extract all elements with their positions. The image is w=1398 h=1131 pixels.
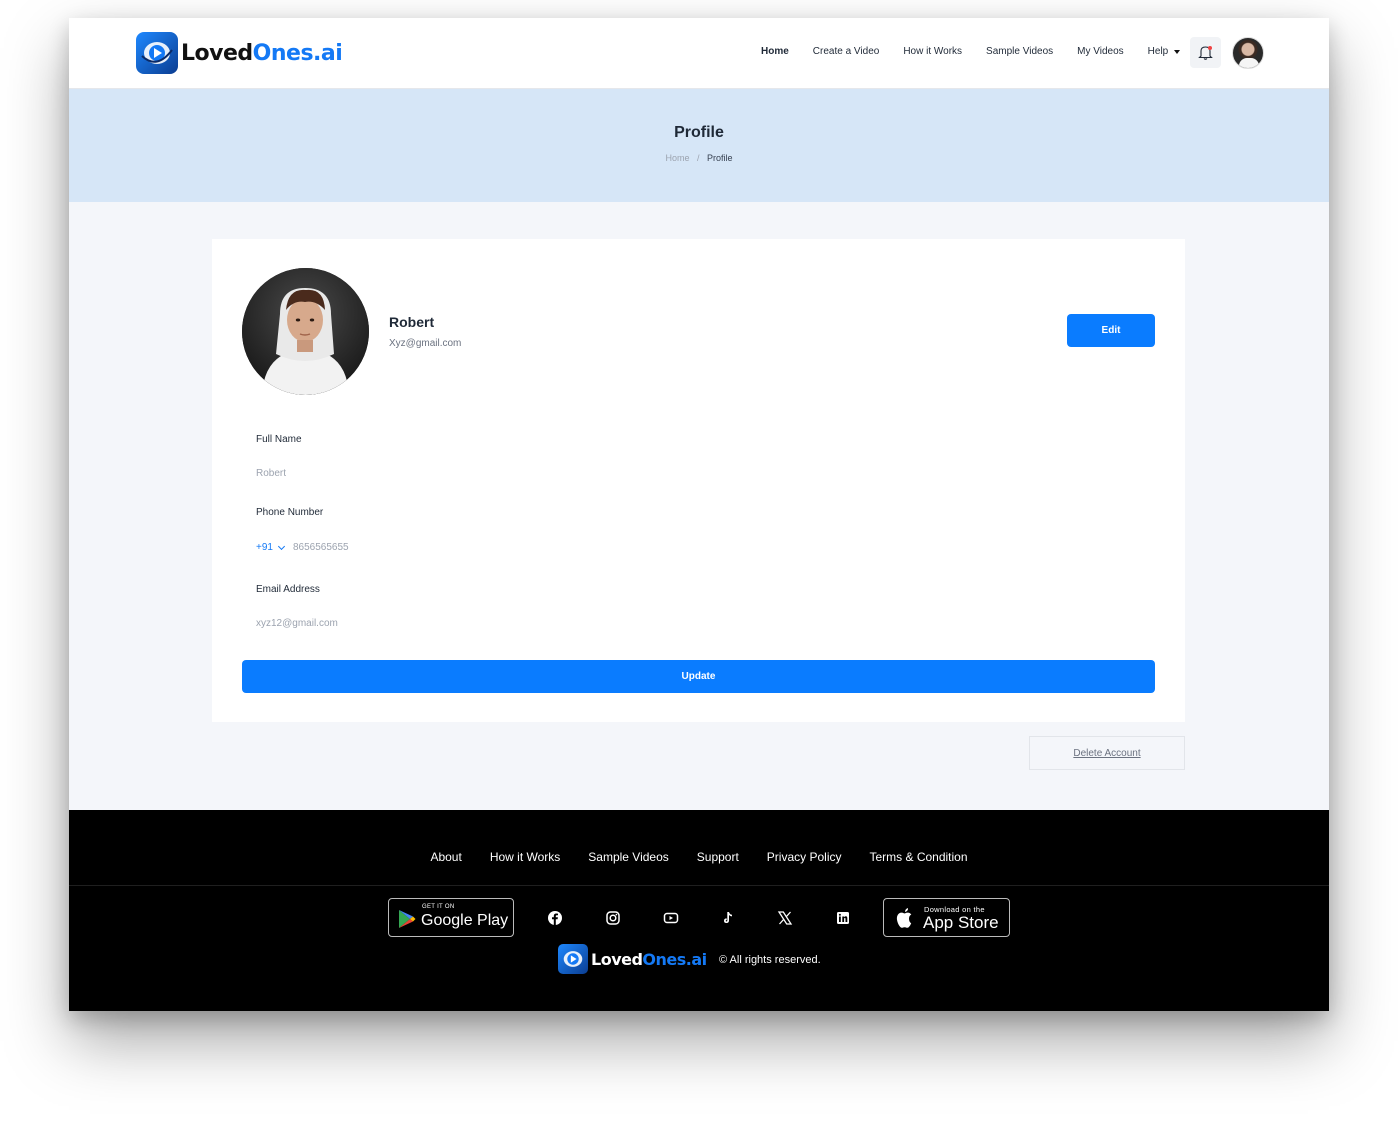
linkedin-icon[interactable] xyxy=(835,910,851,926)
brand-logo[interactable]: LovedOnes.ai xyxy=(136,32,343,74)
country-code-value: +91 xyxy=(256,542,273,553)
profile-avatar xyxy=(242,268,369,395)
copyright-text: © All rights reserved. xyxy=(719,954,821,966)
google-play-small: GET IT ON xyxy=(422,904,455,910)
user-avatar[interactable] xyxy=(1232,37,1264,69)
brand-name: LovedOnes.ai xyxy=(181,40,343,66)
breadcrumb-current: Profile xyxy=(707,153,733,163)
chevron-down-icon xyxy=(277,542,286,550)
apple-icon xyxy=(896,908,912,928)
google-play-big: Google Play xyxy=(421,912,509,929)
footer-divider xyxy=(69,885,1329,886)
nav-help-dropdown[interactable]: Help xyxy=(1148,46,1181,57)
page-banner: Profile Home / Profile xyxy=(69,89,1329,202)
footer-link-privacy-policy[interactable]: Privacy Policy xyxy=(767,850,842,864)
main-nav: Home Create a Video How it Works Sample … xyxy=(761,46,1181,57)
app-store-badge[interactable]: Download on the App Store xyxy=(883,898,1010,937)
footer-brand-part1: Loved xyxy=(591,949,643,969)
breadcrumb-separator: / xyxy=(696,153,700,163)
nav-home[interactable]: Home xyxy=(761,46,789,57)
brand-name-part2: Ones.ai xyxy=(252,40,343,66)
email-field[interactable]: xyz12@gmail.com xyxy=(256,618,338,629)
nav-create-video[interactable]: Create a Video xyxy=(813,46,880,57)
google-play-icon xyxy=(399,910,416,928)
brand-name-part1: Loved xyxy=(181,40,253,66)
footer-link-about[interactable]: About xyxy=(430,850,461,864)
app-window: LovedOnes.ai Home Create a Video How it … xyxy=(69,18,1329,1011)
profile-card: Robert Xyz@gmail.com Edit Full Name Robe… xyxy=(212,239,1185,722)
footer-brand-part2: Ones.ai xyxy=(642,949,707,969)
footer-brand-logo[interactable]: LovedOnes.ai xyxy=(558,944,707,974)
instagram-icon[interactable] xyxy=(605,910,621,926)
top-header: LovedOnes.ai Home Create a Video How it … xyxy=(69,18,1329,89)
breadcrumb-home[interactable]: Home xyxy=(665,153,689,163)
x-icon[interactable] xyxy=(777,910,793,926)
full-name-field[interactable]: Robert xyxy=(256,468,286,479)
profile-name: Robert xyxy=(389,314,435,330)
phone-number-field[interactable]: 8656565655 xyxy=(293,542,349,553)
google-play-badge[interactable]: GET IT ON Google Play xyxy=(388,898,514,937)
email-address-label: Email Address xyxy=(256,584,320,595)
page-title: Profile xyxy=(674,124,724,141)
facebook-icon[interactable] xyxy=(547,910,563,926)
footer-links: About How it Works Sample Videos Support… xyxy=(69,850,1329,864)
delete-account-button[interactable]: Delete Account xyxy=(1029,736,1185,770)
nav-how-it-works[interactable]: How it Works xyxy=(903,46,962,57)
footer-link-how-it-works[interactable]: How it Works xyxy=(490,850,560,864)
footer-link-support[interactable]: Support xyxy=(697,850,739,864)
nav-my-videos[interactable]: My Videos xyxy=(1077,46,1124,57)
footer-brand-name: LovedOnes.ai xyxy=(591,950,707,969)
full-name-label: Full Name xyxy=(256,434,302,445)
caret-down-icon xyxy=(1174,49,1181,54)
tiktok-icon[interactable] xyxy=(720,910,736,926)
app-store-big: App Store xyxy=(923,913,999,932)
notification-dot xyxy=(1208,46,1212,50)
phone-number-label: Phone Number xyxy=(256,507,324,518)
footer-logo-icon xyxy=(558,944,588,974)
nav-sample-videos[interactable]: Sample Videos xyxy=(986,46,1053,57)
logo-icon xyxy=(136,32,178,74)
bell-icon xyxy=(1198,46,1213,60)
footer-link-terms[interactable]: Terms & Condition xyxy=(869,850,967,864)
footer-link-sample-videos[interactable]: Sample Videos xyxy=(588,850,669,864)
profile-email: Xyz@gmail.com xyxy=(389,338,462,349)
breadcrumb: Home / Profile xyxy=(69,153,1329,163)
notifications-button[interactable] xyxy=(1190,37,1221,68)
nav-help-label: Help xyxy=(1147,46,1169,57)
youtube-icon[interactable] xyxy=(663,910,679,926)
site-footer: About How it Works Sample Videos Support… xyxy=(69,810,1329,1011)
country-code-select[interactable]: +91 xyxy=(256,542,286,553)
edit-button[interactable]: Edit xyxy=(1067,314,1155,347)
update-button[interactable]: Update xyxy=(242,660,1155,693)
